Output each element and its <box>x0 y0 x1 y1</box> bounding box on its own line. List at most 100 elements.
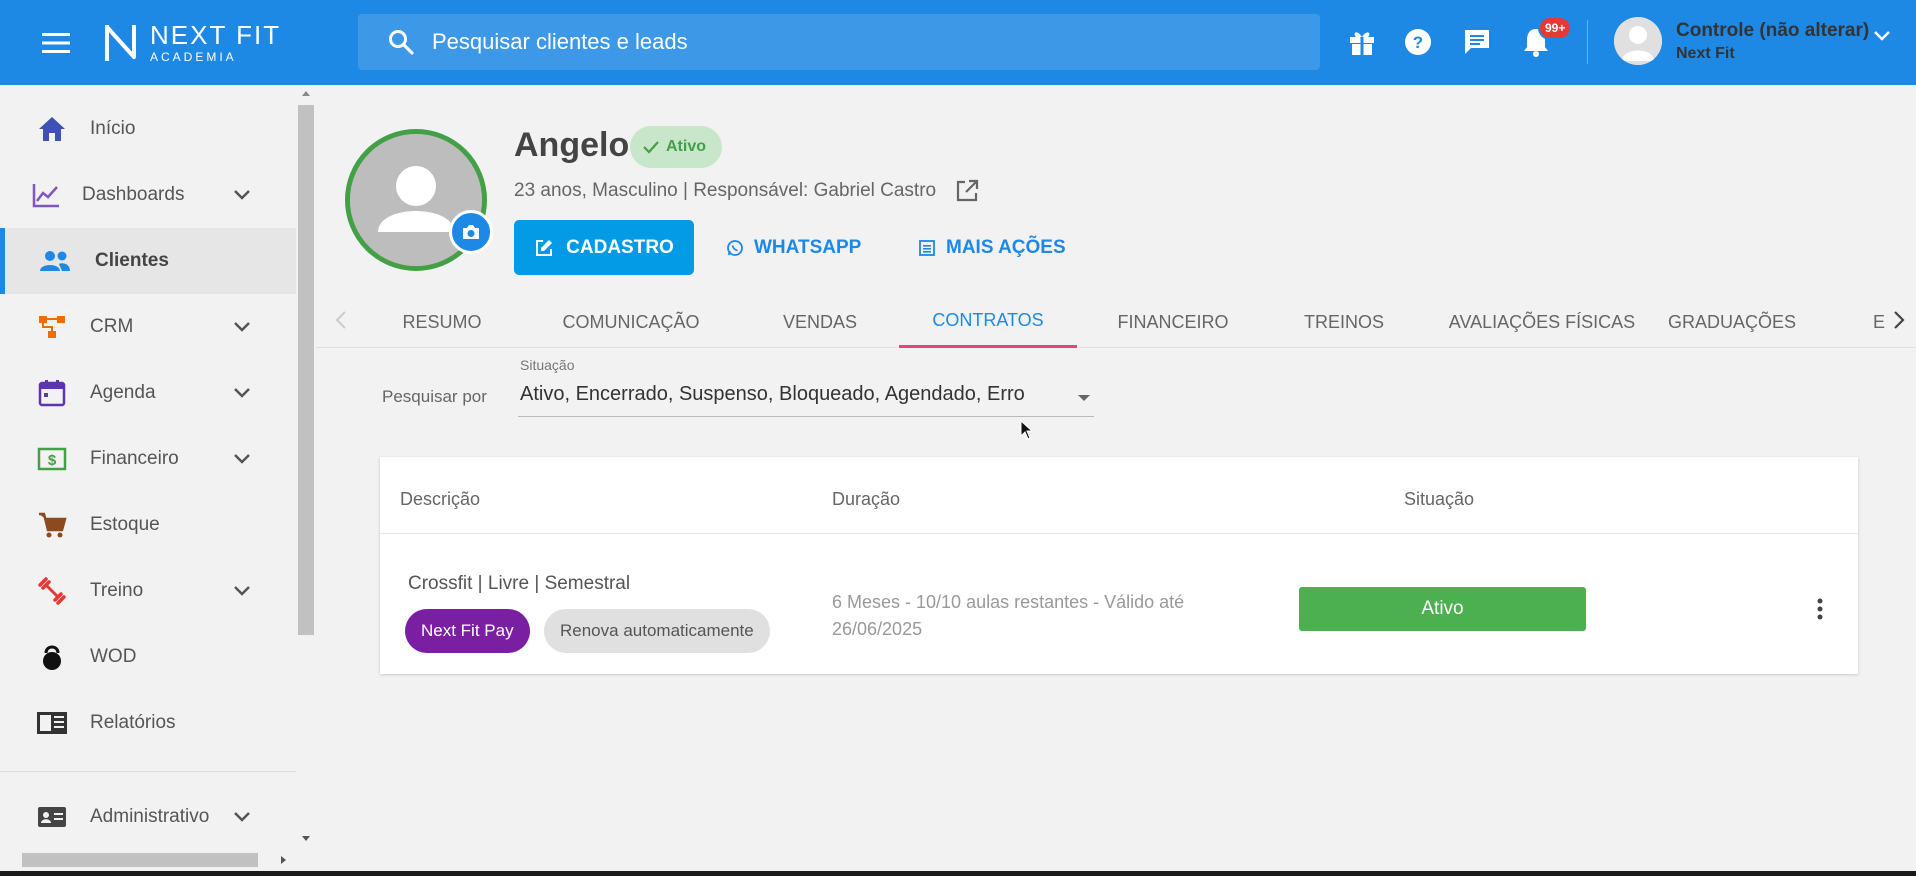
client-info-text: 23 anos, Masculino | Responsável: Gabrie… <box>514 180 937 201</box>
row-more-options-button[interactable] <box>1800 587 1840 631</box>
sidebar-item-label: Financeiro <box>90 448 179 469</box>
sidebar-item-label: Relatórios <box>90 712 176 733</box>
search-icon <box>389 30 414 55</box>
sidebar: Início Dashboards Clientes CRM Agenda $ … <box>0 85 316 871</box>
cadastro-label: CADASTRO <box>566 236 674 258</box>
client-info-line: 23 anos, Masculino | Responsável: Gabrie… <box>514 178 980 204</box>
sidebar-item-label: Estoque <box>90 514 160 535</box>
tab-contratos[interactable]: CONTRATOS <box>899 296 1077 348</box>
sidebar-item-label: Agenda <box>90 382 156 403</box>
scrollbar-thumb[interactable] <box>22 853 258 867</box>
svg-text:$: $ <box>48 452 57 469</box>
calendar-icon <box>36 377 68 409</box>
global-search[interactable] <box>358 14 1320 70</box>
sidebar-item-label: Treino <box>90 580 144 601</box>
client-tabs: RESUMO COMUNICAÇÃO VENDAS CONTRATOS FINA… <box>316 296 1916 348</box>
status-filter-select[interactable]: Situação Ativo, Encerrado, Suspenso, Blo… <box>518 355 1094 417</box>
home-icon <box>36 113 68 145</box>
whatsapp-button[interactable]: WHATSAPP <box>726 220 861 275</box>
sidebar-item-treino[interactable]: Treino <box>0 558 296 624</box>
sidebar-item-administrativo[interactable]: Administrativo <box>0 784 296 850</box>
people-icon <box>39 245 71 277</box>
sidebar-item-label: Dashboards <box>82 184 185 205</box>
cadastro-button[interactable]: CADASTRO <box>514 220 694 275</box>
user-name: Controle (não alterar) <box>1676 19 1870 41</box>
header-divider <box>380 533 1858 534</box>
camera-icon <box>463 225 479 239</box>
gift-icon <box>1350 32 1374 55</box>
search-input[interactable] <box>432 29 1232 55</box>
client-status-label: Ativo <box>666 138 706 155</box>
sidebar-item-label: Início <box>90 118 136 139</box>
kettlebell-icon <box>36 641 68 673</box>
gift-button[interactable] <box>1342 22 1382 62</box>
sidebar-item-financeiro[interactable]: $ Financeiro <box>0 426 296 492</box>
tab-avaliacoes-fisicas[interactable]: AVALIAÇÕES FÍSICAS <box>1442 296 1642 348</box>
sidebar-horizontal-scrollbar[interactable] <box>0 849 296 871</box>
tab-vendas[interactable]: VENDAS <box>750 296 890 348</box>
hamburger-menu-button[interactable] <box>28 0 84 85</box>
tab-graduacoes[interactable]: GRADUAÇÕES <box>1650 296 1814 348</box>
help-button[interactable]: ? <box>1398 22 1438 62</box>
more-actions-label: MAIS AÇÕES <box>946 236 1066 258</box>
filter-label: Pesquisar por <box>382 387 487 406</box>
contract-duration: 6 Meses - 10/10 aulas restantes - Válido… <box>832 592 1185 639</box>
sidebar-item-inicio[interactable]: Início <box>0 96 296 162</box>
sidebar-item-wod[interactable]: WOD <box>0 624 296 690</box>
chat-icon <box>1465 30 1489 54</box>
tabs-scroll-left-icon[interactable] <box>334 308 348 332</box>
contract-status-button[interactable]: Ativo <box>1299 587 1586 631</box>
sidebar-vertical-scrollbar[interactable] <box>296 85 316 841</box>
sidebar-item-agenda[interactable]: Agenda <box>0 360 296 426</box>
logo-n-icon <box>105 24 136 61</box>
cart-icon <box>36 509 68 541</box>
scrollbar-thumb[interactable] <box>298 105 314 635</box>
sidebar-item-clientes[interactable]: Clientes <box>0 228 296 294</box>
tab-resumo[interactable]: RESUMO <box>378 296 506 348</box>
next-fit-pay-chip: Next Fit Pay <box>405 609 530 653</box>
dumbbell-icon <box>36 575 68 607</box>
toolbar-divider <box>1587 20 1588 64</box>
chevron-down-icon <box>234 388 250 398</box>
more-actions-button[interactable]: MAIS AÇÕES <box>918 220 1066 275</box>
contracts-table: Descrição Duração Situação Crossfit | Li… <box>380 457 1858 674</box>
sidebar-item-label: WOD <box>90 646 137 667</box>
sidebar-item-relatorios[interactable]: Relatórios <box>0 690 296 756</box>
client-status-chip: Ativo <box>630 126 722 168</box>
sidebar-item-dashboards[interactable]: Dashboards <box>0 162 296 228</box>
tab-treinos[interactable]: TREINOS <box>1274 296 1414 348</box>
messages-button[interactable] <box>1457 22 1497 62</box>
client-name: Angelo <box>514 126 630 164</box>
column-header-descricao: Descrição <box>400 489 481 509</box>
tab-truncated[interactable]: E <box>1864 296 1894 348</box>
sidebar-item-estoque[interactable]: Estoque <box>0 492 296 558</box>
chevron-down-icon <box>1874 31 1890 41</box>
list-icon <box>919 239 935 256</box>
money-icon: $ <box>36 443 68 475</box>
contract-description: Crossfit | Livre | Semestral <box>408 573 631 594</box>
scroll-up-arrow-icon[interactable] <box>301 89 311 97</box>
user-menu[interactable]: Controle (não alterar) Next Fit <box>1614 17 1890 65</box>
tab-financeiro[interactable]: FINANCEIRO <box>1098 296 1248 348</box>
scroll-down-arrow-icon[interactable] <box>301 835 311 843</box>
notifications-button[interactable]: 99+ <box>1516 16 1573 62</box>
user-avatar <box>1614 17 1662 65</box>
svg-text:?: ? <box>1413 33 1423 52</box>
tabs-scroll-right-icon[interactable] <box>1892 308 1906 332</box>
whatsapp-icon <box>727 239 743 256</box>
menu-icon <box>42 32 70 53</box>
sidebar-item-crm[interactable]: CRM <box>0 294 296 360</box>
column-header-duracao: Duração <box>832 489 901 509</box>
open-external-icon[interactable] <box>954 178 980 204</box>
select-value: Ativo, Encerrado, Suspenso, Bloqueado, A… <box>520 383 1025 405</box>
sidebar-item-label: Administrativo <box>90 806 210 827</box>
sidebar-item-label: Clientes <box>95 250 169 271</box>
edit-icon <box>536 239 553 256</box>
app-logo[interactable]: NEXT FIT ACADEMIA <box>104 22 281 63</box>
notification-count-badge: 99+ <box>1538 16 1573 40</box>
scroll-right-arrow-icon[interactable] <box>280 855 288 865</box>
sidebar-divider <box>0 771 296 772</box>
change-photo-button[interactable] <box>449 210 493 254</box>
crm-icon <box>36 311 68 343</box>
tab-comunicacao[interactable]: COMUNICAÇÃO <box>542 296 720 348</box>
